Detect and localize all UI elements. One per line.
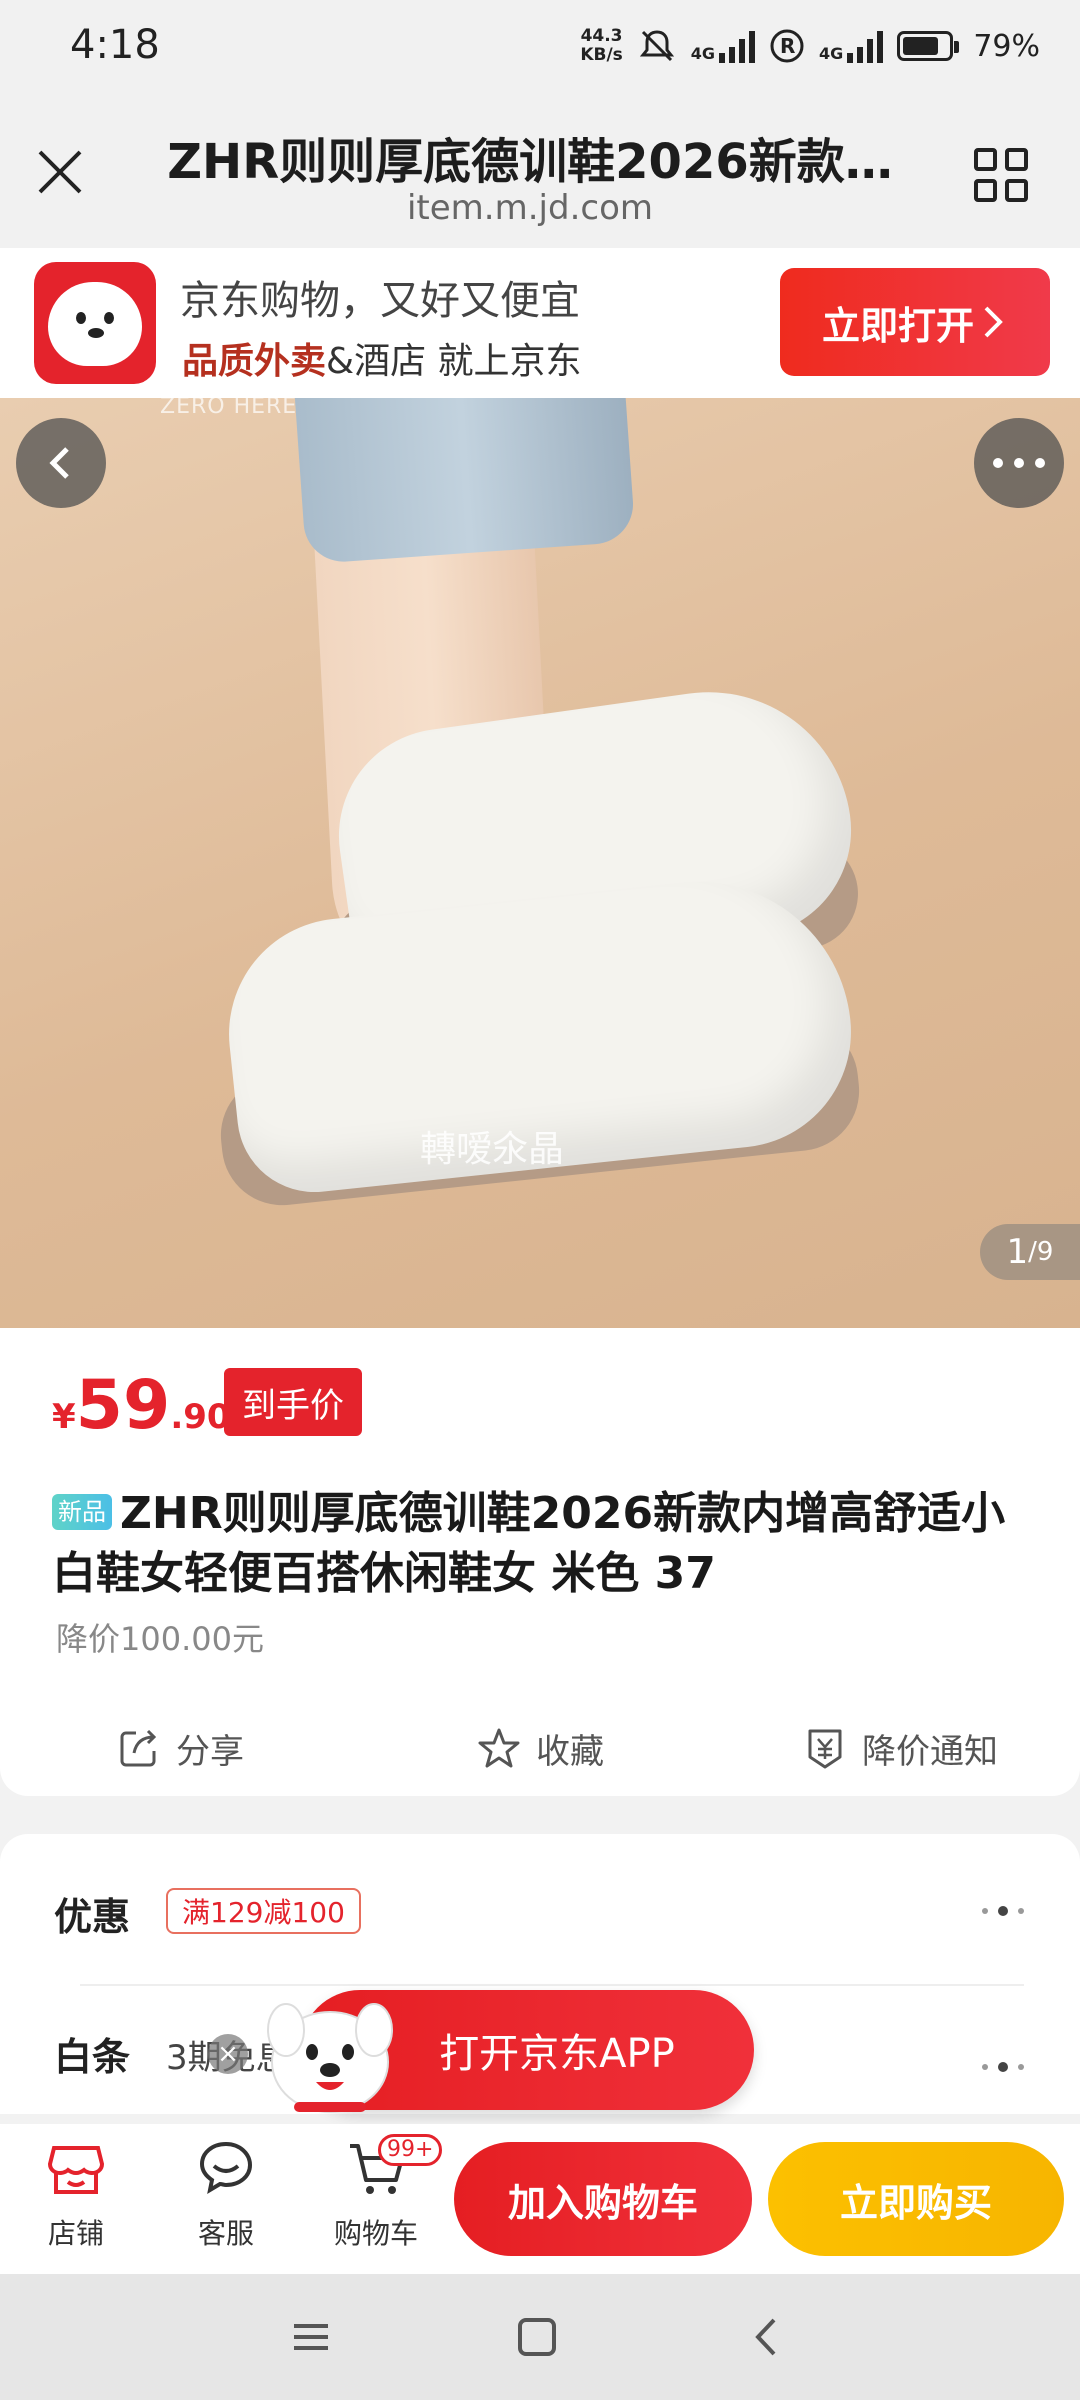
star-icon bbox=[478, 1728, 520, 1768]
page-title: ZHR则则厚底德训鞋2026新款… bbox=[167, 134, 893, 190]
page-url: item.m.jd.com bbox=[406, 188, 653, 228]
jeans-illustration bbox=[294, 398, 636, 565]
back-button[interactable] bbox=[16, 418, 106, 508]
store-icon bbox=[47, 2146, 105, 2194]
close-float-icon[interactable]: × bbox=[208, 2034, 248, 2074]
jd-mascot-icon bbox=[267, 2003, 393, 2113]
store-tab[interactable]: 店铺 bbox=[6, 2138, 146, 2252]
cart-tab[interactable]: 购物车 99+ bbox=[306, 2134, 446, 2252]
discount-more-icon[interactable] bbox=[982, 1906, 1024, 1916]
grid-menu-icon[interactable] bbox=[974, 148, 1028, 202]
status-icons: 44.3 KB/s 4G R 4G 79% bbox=[580, 26, 1040, 66]
mute-icon bbox=[639, 30, 674, 62]
cart-count-badge: 99+ bbox=[378, 2134, 443, 2166]
favorite-button[interactable]: 收藏 bbox=[360, 1708, 720, 1788]
price: ¥ 59 .90 bbox=[52, 1366, 231, 1445]
banner-subslogan: 品质外卖&酒店 就上京东 bbox=[182, 341, 582, 382]
app-promo-banner: 京东购物，又好又便宜 品质外卖&酒店 就上京东 立即打开 bbox=[0, 248, 1080, 398]
registered-icon: R bbox=[770, 29, 804, 63]
close-icon[interactable] bbox=[34, 146, 86, 198]
more-icon bbox=[993, 458, 1045, 468]
signal-2: 4G bbox=[819, 29, 884, 63]
new-badge: 新品 bbox=[52, 1494, 112, 1530]
service-tab[interactable]: 客服 bbox=[156, 2138, 296, 2252]
buy-now-button[interactable]: 立即购买 bbox=[768, 2142, 1064, 2256]
system-nav-bar bbox=[0, 2274, 1080, 2400]
price-tag: 到手价 bbox=[224, 1368, 362, 1436]
bottom-action-bar: 店铺 客服 购物车 99+ 加入购物车 立即购买 bbox=[0, 2124, 1080, 2274]
net-speed: 44.3 KB/s bbox=[580, 26, 623, 65]
image-counter: 1/9 bbox=[980, 1224, 1080, 1280]
coupon-badge[interactable]: 满129减100 bbox=[166, 1888, 361, 1934]
add-to-cart-button[interactable]: 加入购物车 bbox=[454, 2142, 752, 2256]
status-time: 4:18 bbox=[70, 22, 160, 68]
price-alert-button[interactable]: 降价通知 bbox=[720, 1708, 1080, 1788]
back-icon[interactable] bbox=[742, 2312, 792, 2362]
image-watermark: 轉嗳氽晶 bbox=[420, 1129, 565, 1170]
battery-icon bbox=[897, 31, 960, 61]
share-button[interactable]: 分享 bbox=[0, 1708, 360, 1788]
signal-icon bbox=[847, 29, 884, 63]
price-drop-text: 降价100.00元 bbox=[56, 1620, 264, 1658]
product-info-card: ¥ 59 .90 到手价 新品 ZHR则则厚底德训鞋2026新款内增高舒适小白鞋女… bbox=[0, 1328, 1080, 1796]
battery-level: 79% bbox=[973, 28, 1040, 64]
more-button[interactable] bbox=[974, 418, 1064, 508]
browser-bar: ZHR则则厚底德训鞋2026新款… item.m.jd.com bbox=[0, 100, 1080, 248]
discount-label: 优惠 bbox=[54, 1895, 131, 1939]
status-bar: 4:18 44.3 KB/s 4G R 4G 79% bbox=[0, 0, 1080, 100]
svg-text:R: R bbox=[780, 34, 795, 58]
chevron-right-icon bbox=[984, 306, 1003, 338]
baitiao-label: 白条 bbox=[54, 2035, 131, 2079]
signal-1: 4G bbox=[691, 29, 756, 63]
menu-icon[interactable] bbox=[286, 2312, 336, 2362]
divider bbox=[80, 1984, 1024, 1986]
baitiao-more-icon[interactable] bbox=[982, 2062, 1024, 2072]
open-app-button[interactable]: 立即打开 bbox=[780, 268, 1050, 376]
chat-icon bbox=[199, 2141, 253, 2195]
chevron-left-icon bbox=[49, 447, 69, 479]
action-row: 分享 收藏 降价通知 bbox=[0, 1708, 1080, 1788]
home-icon[interactable] bbox=[512, 2312, 562, 2362]
jd-logo-icon bbox=[34, 262, 156, 384]
product-title: 新品 ZHR则则厚底德训鞋2026新款内增高舒适小白鞋女轻便百搭休闲鞋女 米色 3… bbox=[52, 1488, 1006, 1599]
product-image-gallery[interactable]: ZERO HERE RIGHT / Series.01 轉嗳氽晶 1/9 bbox=[0, 398, 1080, 1328]
signal-icon bbox=[719, 29, 756, 63]
banner-slogan: 京东购物，又好又便宜 bbox=[180, 278, 580, 324]
price-alert-icon bbox=[808, 1729, 842, 1769]
share-icon bbox=[120, 1729, 157, 1767]
